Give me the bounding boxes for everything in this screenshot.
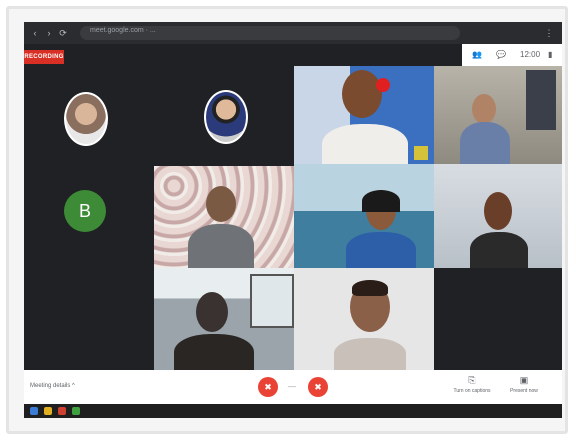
captions-button[interactable]: ⎘ Turn on captions <box>452 375 492 394</box>
participant-avatar <box>64 92 108 146</box>
participant-tile[interactable] <box>154 66 294 166</box>
meet-controls-bar: Meeting details ^ ✖ — ✖ ⎘ Turn on captio… <box>24 370 562 404</box>
participant-head <box>484 192 512 230</box>
participant-video[interactable] <box>154 166 294 268</box>
back-icon[interactable]: ‹ <box>30 28 40 38</box>
participant-body <box>334 338 406 370</box>
participant-video[interactable] <box>294 66 434 164</box>
participant-head <box>472 94 496 124</box>
forward-icon[interactable]: › <box>44 28 54 38</box>
participant-video[interactable] <box>434 164 562 268</box>
headphones-icon <box>362 190 400 212</box>
participant-head <box>196 292 228 332</box>
participant-video[interactable] <box>294 164 434 268</box>
participant-head <box>342 70 382 118</box>
present-button[interactable]: ▣ Present now <box>504 375 544 394</box>
app-icon[interactable] <box>72 407 80 415</box>
people-icon[interactable]: 👥 <box>472 50 482 59</box>
participant-avatar <box>204 90 248 144</box>
mic-icon[interactable]: ✖ <box>258 377 278 397</box>
participant-tile[interactable]: B <box>24 166 154 270</box>
participant-head <box>206 186 236 222</box>
os-taskbar <box>24 404 562 418</box>
address-bar[interactable]: meet.google.com · ... <box>80 26 460 40</box>
participant-video[interactable] <box>294 268 434 370</box>
participant-body <box>188 224 254 268</box>
meet-video-grid: RECORDING 👥 💬 12:00 ▮ B <box>24 44 562 370</box>
top-controls: 👥 💬 12:00 ▮ <box>462 44 562 66</box>
participant-tile <box>434 268 562 370</box>
flower-icon <box>376 78 390 92</box>
present-icon: ▣ <box>519 375 529 385</box>
participant-hair <box>352 280 388 296</box>
participant-body <box>174 334 254 370</box>
folder-icon[interactable] <box>44 407 52 415</box>
present-label: Present now <box>510 388 538 394</box>
meeting-details[interactable]: Meeting details ^ <box>30 383 75 389</box>
reload-icon[interactable]: ⟳ <box>58 28 68 38</box>
browser-icon[interactable] <box>58 407 66 415</box>
url-text: meet.google.com · ... <box>90 27 156 34</box>
participant-tile[interactable] <box>24 66 154 166</box>
recording-badge: RECORDING <box>24 50 64 64</box>
participant-avatar-initial: B <box>64 190 106 232</box>
participant-body <box>460 122 510 164</box>
captions-icon: ⎘ <box>468 375 476 385</box>
participant-video[interactable] <box>434 66 562 164</box>
camera-icon[interactable]: ✖ <box>308 377 328 397</box>
background-object <box>526 70 556 130</box>
captions-label: Turn on captions <box>453 388 491 394</box>
participant-body <box>322 124 408 164</box>
start-icon[interactable] <box>30 407 38 415</box>
tile-indicator <box>414 146 428 160</box>
chat-icon[interactable]: 💬 <box>496 50 506 59</box>
browser-toolbar: ‹ › ⟳ meet.google.com · ... ⋮ <box>24 22 562 44</box>
window <box>250 274 294 328</box>
participant-tile <box>24 270 154 370</box>
menu-icon[interactable]: ⋮ <box>544 28 554 38</box>
self-view-icon[interactable]: ▮ <box>548 50 552 59</box>
participant-video[interactable] <box>154 268 294 370</box>
participant-body <box>346 232 416 268</box>
time-label: 12:00 <box>520 50 541 59</box>
end-call-icon[interactable]: — <box>288 382 296 391</box>
participant-body <box>470 232 528 268</box>
